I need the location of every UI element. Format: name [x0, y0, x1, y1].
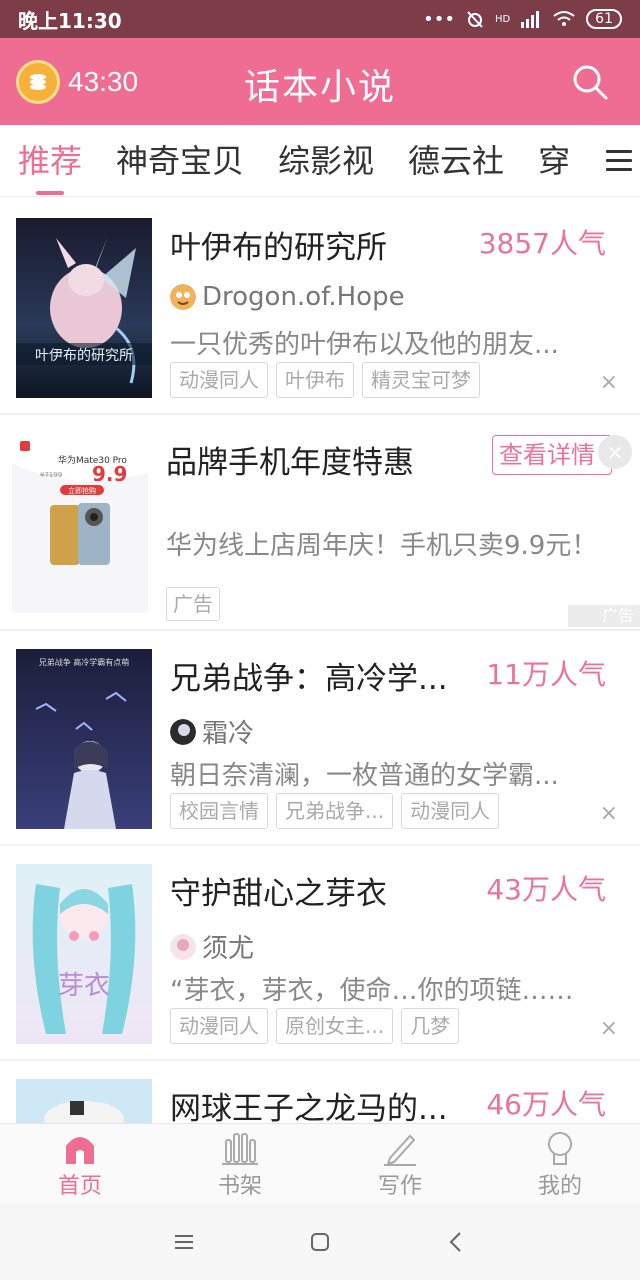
signal-icon: [521, 11, 540, 28]
book-title[interactable]: 网球王子之龙马的...: [170, 1083, 460, 1123]
book-title[interactable]: 叶伊布的研究所: [170, 222, 460, 267]
avatar: [170, 718, 196, 745]
ad-image[interactable]: 华为Mate30 Pro ¥7199 9.9 立即抢购: [12, 433, 148, 613]
alarm-off-icon: [467, 11, 483, 28]
nav-write[interactable]: 写作: [320, 1124, 480, 1203]
book-cover[interactable]: 兄弟战争 高冷学霸有点萌: [16, 649, 152, 829]
more-dots-icon: •••: [423, 8, 455, 30]
close-icon[interactable]: ×: [598, 435, 632, 469]
popularity-count: 3857人气: [478, 227, 606, 260]
tab-menu-icon[interactable]: [606, 150, 632, 174]
book-title[interactable]: 兄弟战争：高冷学...: [170, 653, 460, 698]
tab-film-tv[interactable]: 综影视: [278, 125, 374, 196]
ad-description: 华为线上店周年庆！手机只卖9.9元！: [166, 531, 598, 561]
dismiss-icon[interactable]: ×: [600, 370, 618, 395]
book-cover[interactable]: 叶伊布的研究所: [16, 218, 152, 398]
tag[interactable]: 精灵宝可梦: [362, 362, 480, 398]
tag[interactable]: 动漫同人: [401, 793, 500, 829]
tab-pokemon[interactable]: 神奇宝贝: [116, 125, 244, 196]
author-name: 霜冷: [202, 719, 255, 749]
menu-icon[interactable]: [171, 1229, 197, 1255]
tab-time-travel[interactable]: 穿: [538, 125, 570, 196]
home-button-icon[interactable]: [307, 1229, 333, 1255]
nav-label: 我的: [537, 1174, 582, 1199]
tag[interactable]: 兄弟战争...: [276, 793, 394, 829]
book-description: 朝日奈清澜，一枚普通的女学霸...: [170, 761, 559, 791]
status-icons: ••• HD 61: [423, 9, 622, 30]
book-description: 一只优秀的叶伊布以及他的朋友...: [170, 330, 559, 360]
ad-buy-button: 立即抢购: [68, 486, 96, 495]
popularity-count: 43万人气: [486, 873, 606, 906]
book-card[interactable]: 兄弟战争 高冷学霸有点萌 兄弟战争：高冷学... 11万人气 霜冷 朝日奈清澜，…: [0, 631, 640, 846]
nav-profile[interactable]: 我的: [480, 1124, 640, 1203]
tag[interactable]: 叶伊布: [276, 362, 354, 398]
app-title: 话本小说: [243, 67, 396, 108]
ad-title[interactable]: 品牌手机年度特惠: [166, 437, 414, 482]
ad-corner-label: 广告: [568, 605, 640, 627]
avatar: [170, 284, 196, 310]
system-navigation-bar: [0, 1203, 640, 1280]
status-time: 晚上11:30: [18, 8, 122, 33]
tag[interactable]: 动漫同人: [170, 1008, 268, 1044]
category-tabs: 推荐 神奇宝贝 综影视 德云社 穿: [0, 125, 640, 197]
cover-title-text: 叶伊布的研究所: [35, 348, 133, 364]
tag[interactable]: 校园言情: [170, 793, 268, 829]
tag-list: 动漫同人 原创女主... 几梦: [170, 1008, 460, 1044]
nav-bookshelf[interactable]: 书架: [160, 1124, 320, 1203]
dismiss-icon[interactable]: ×: [600, 1016, 618, 1041]
tag-list: 动漫同人 叶伊布 精灵宝可梦: [170, 362, 480, 398]
hd-label: HD: [494, 13, 511, 25]
dismiss-icon[interactable]: ×: [600, 801, 618, 826]
author-name: 须尤: [202, 934, 255, 964]
author-info[interactable]: Drogon.of.Hope: [170, 282, 405, 312]
book-card[interactable]: 叶伊布的研究所 叶伊布的研究所 3857人气 Drogon.of.Hope 一只…: [0, 200, 640, 415]
wifi-icon: [553, 11, 575, 26]
tag[interactable]: 动漫同人: [170, 362, 268, 398]
book-cover[interactable]: 芽衣: [16, 864, 152, 1044]
profile-icon: [548, 1132, 572, 1165]
book-title[interactable]: 守护甜心之芽衣: [170, 868, 460, 913]
cover-title-text: 芽衣: [58, 971, 110, 1001]
author-info[interactable]: 霜冷: [170, 713, 254, 750]
search-icon[interactable]: [570, 62, 610, 102]
view-details-button[interactable]: 查看详情: [492, 435, 612, 475]
tab-recommend[interactable]: 推荐: [18, 125, 82, 196]
popularity-count: 11万人气: [486, 658, 606, 691]
ad-old-price: ¥7199: [40, 471, 62, 479]
book-description: “芽衣，芽衣，使命…你的项链……: [170, 976, 574, 1006]
book-cover[interactable]: [16, 1079, 152, 1123]
author-info[interactable]: 须尤: [170, 928, 254, 965]
nav-label: 写作: [377, 1174, 422, 1199]
ad-price: 9.9: [92, 462, 127, 486]
tag[interactable]: 原创女主...: [276, 1008, 394, 1044]
tag-list: 校园言情 兄弟战争... 动漫同人: [170, 793, 500, 829]
home-icon: [66, 1137, 94, 1164]
ad-card[interactable]: 华为Mate30 Pro ¥7199 9.9 立即抢购 品牌手机年度特惠 查看详…: [0, 415, 640, 631]
nav-label: 书架: [217, 1174, 262, 1199]
book-card[interactable]: 网球王子之龙马的... 46万人气: [0, 1061, 640, 1123]
app-header: 43:30 话本小说: [0, 38, 640, 125]
book-feed: 叶伊布的研究所 叶伊布的研究所 3857人气 Drogon.of.Hope 一只…: [0, 200, 640, 1123]
avatar: [170, 933, 196, 960]
tag[interactable]: 几梦: [401, 1008, 460, 1044]
battery-indicator: 61: [586, 9, 622, 29]
nav-label: 首页: [57, 1174, 102, 1199]
tab-deyunshe[interactable]: 德云社: [408, 125, 504, 196]
bookshelf-icon: [222, 1133, 258, 1165]
status-bar: 晚上11:30 ••• HD 61: [0, 0, 640, 38]
nav-home[interactable]: 首页: [0, 1124, 160, 1203]
popularity-count: 46万人气: [486, 1088, 606, 1121]
pencil-icon: [384, 1134, 416, 1166]
bottom-navigation: 首页 书架 写作 我的: [0, 1123, 640, 1203]
author-name: Drogon.of.Hope: [202, 282, 405, 312]
ad-tag: 广告: [166, 587, 220, 621]
cover-title-text: 兄弟战争 高冷学霸有点萌: [39, 657, 130, 667]
book-card[interactable]: 芽衣 守护甜心之芽衣 43万人气 须尤 “芽衣，芽衣，使命…你的项链…… 动漫同…: [0, 846, 640, 1061]
back-icon[interactable]: [443, 1229, 469, 1255]
